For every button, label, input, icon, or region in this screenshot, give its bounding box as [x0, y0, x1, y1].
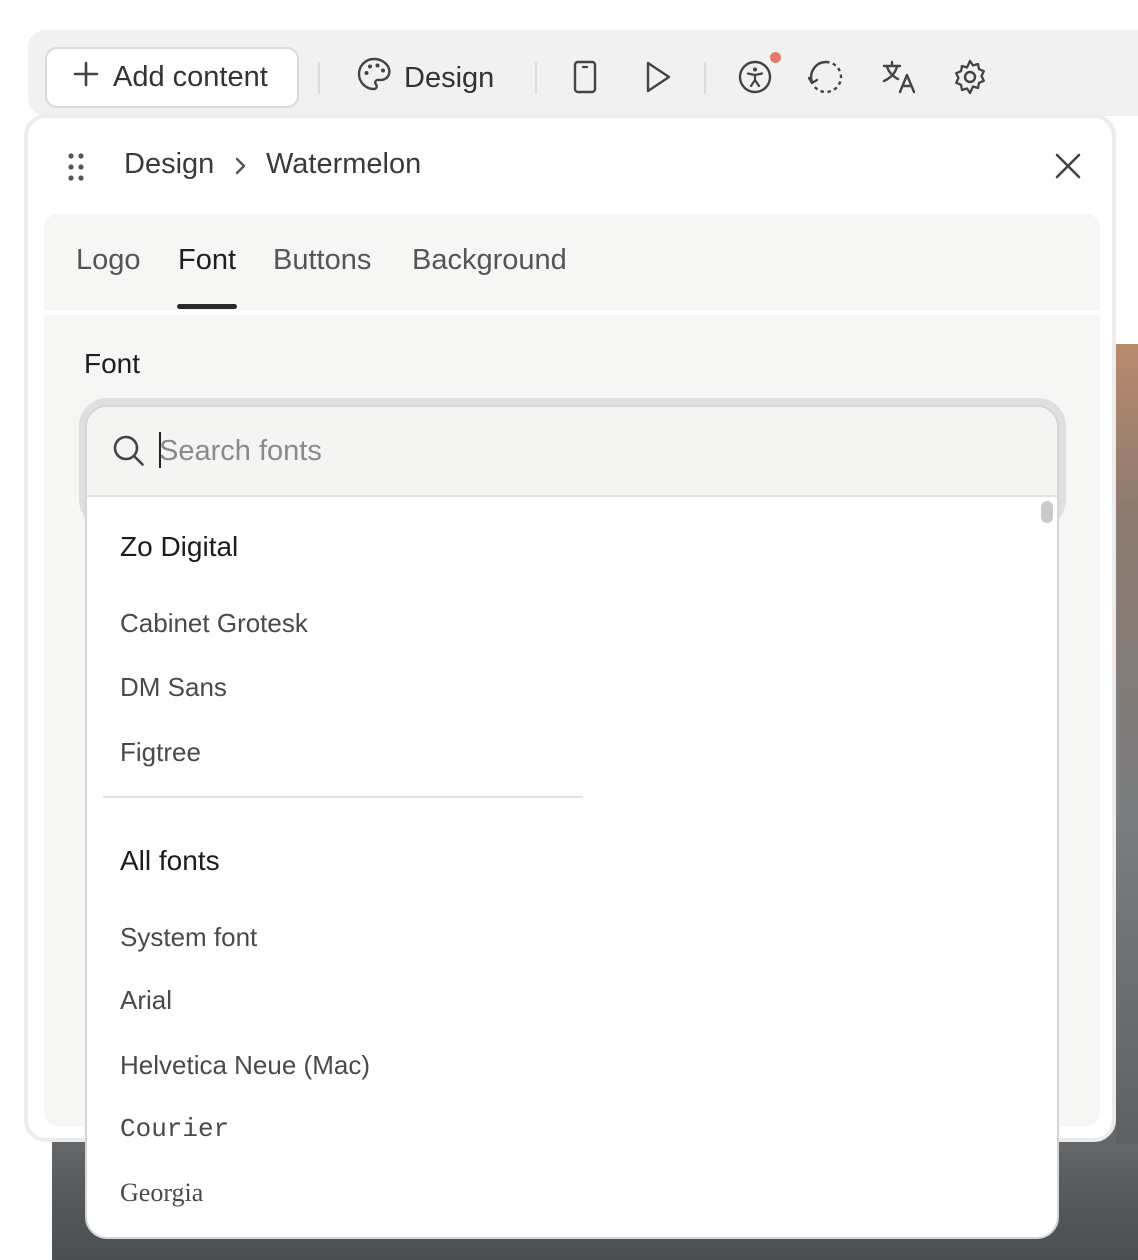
- search-icon: [111, 433, 147, 469]
- active-tab-indicator: [177, 304, 237, 309]
- play-icon[interactable]: [638, 57, 678, 97]
- tab-buttons[interactable]: Buttons: [273, 244, 371, 277]
- palette-icon: [356, 56, 392, 100]
- dropdown-scrollbar[interactable]: [1041, 501, 1053, 523]
- toolbar-divider: [318, 62, 320, 94]
- breadcrumb-parent[interactable]: Design: [124, 148, 214, 181]
- font-option-cabinet-grotesk[interactable]: Cabinet Grotesk: [120, 608, 308, 639]
- font-option-system-font[interactable]: System font: [120, 922, 257, 953]
- font-option-georgia[interactable]: Georgia: [120, 1178, 203, 1208]
- font-option-arial[interactable]: Arial: [120, 985, 172, 1016]
- font-dropdown: Zo Digital Cabinet Grotesk DM Sans Figtr…: [85, 405, 1059, 1239]
- toolbar-divider: [704, 62, 706, 94]
- chevron-right-icon: [230, 154, 250, 183]
- translate-icon[interactable]: [879, 57, 919, 97]
- tabs-divider: [44, 310, 1100, 315]
- phone-preview-icon[interactable]: [565, 57, 605, 97]
- add-content-label: Add content: [113, 61, 268, 93]
- notification-dot: [770, 52, 781, 63]
- text-caret: [159, 432, 161, 468]
- font-option-dm-sans[interactable]: DM Sans: [120, 672, 227, 703]
- tab-font[interactable]: Font: [178, 244, 236, 277]
- font-option-courier[interactable]: Courier: [120, 1114, 229, 1144]
- font-group-divider: [103, 796, 583, 798]
- font-group-title: All fonts: [120, 845, 220, 876]
- settings-icon[interactable]: [950, 57, 990, 97]
- close-icon[interactable]: [1050, 148, 1086, 184]
- font-search-input[interactable]: [159, 429, 1019, 473]
- plus-icon: [73, 61, 99, 95]
- add-content-button[interactable]: Add content: [45, 47, 299, 108]
- drag-handle-icon[interactable]: [66, 152, 86, 182]
- canvas-preview-image-edge: [1116, 344, 1138, 1144]
- font-group-title: Zo Digital: [120, 531, 239, 562]
- tab-logo[interactable]: Logo: [76, 244, 141, 277]
- history-icon[interactable]: [806, 57, 846, 97]
- font-option-figtree[interactable]: Figtree: [120, 737, 201, 768]
- font-option-helvetica-neue[interactable]: Helvetica Neue (Mac): [120, 1050, 370, 1081]
- font-section-label: Font: [84, 348, 141, 379]
- accessibility-icon[interactable]: [735, 57, 775, 97]
- toolbar-divider: [535, 62, 537, 94]
- tab-background[interactable]: Background: [412, 244, 567, 277]
- font-search-bar: [87, 407, 1057, 497]
- breadcrumb-current: Watermelon: [266, 148, 422, 180]
- design-button[interactable]: Design: [356, 52, 494, 104]
- design-label: Design: [404, 61, 495, 94]
